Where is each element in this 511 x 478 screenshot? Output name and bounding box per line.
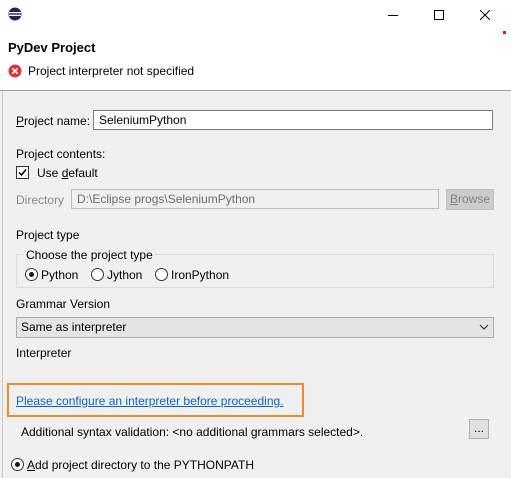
wizard-header: PyDev Project Project interpreter not sp… [0, 30, 511, 90]
syntax-validation-label: Additional syntax validation: <no additi… [21, 425, 364, 439]
radio-ironpython[interactable] [155, 268, 168, 281]
grammar-version-select[interactable]: Same as interpreter [16, 317, 494, 338]
grammar-version-label: Grammar Version [16, 297, 111, 311]
close-button[interactable] [462, 0, 508, 30]
close-icon [480, 10, 490, 20]
radio-python-label: Python [41, 268, 79, 282]
radio-python[interactable] [25, 268, 38, 281]
page-title: PyDev Project [8, 40, 96, 55]
project-name-input[interactable] [93, 110, 493, 130]
radio-jython[interactable] [91, 268, 104, 281]
dialog-left-border [2, 91, 3, 478]
project-contents-label: Project contents: [16, 147, 106, 161]
error-icon [8, 64, 22, 78]
chevron-down-icon [479, 324, 489, 330]
maximize-icon [434, 10, 444, 20]
add-pythonpath-label: Add project directory to the PYTHONPATH [27, 458, 254, 472]
syntax-validation-button[interactable]: ... [469, 419, 489, 439]
maximize-button[interactable] [416, 0, 462, 30]
grammar-version-value: Same as interpreter [21, 320, 127, 334]
browse-button: Browse [446, 189, 494, 210]
project-name-label: Project name: [16, 114, 91, 128]
checkmark-icon [18, 169, 27, 177]
directory-input: D:\Eclipse progs\SeleniumPython [71, 189, 439, 209]
project-type-group-label: Choose the project type [24, 248, 155, 262]
error-message: Project interpreter not specified [28, 64, 195, 78]
header-separator [0, 90, 511, 91]
add-pythonpath-radio[interactable] [11, 458, 24, 471]
use-default-label: Use default [37, 166, 98, 180]
eclipse-icon [8, 7, 22, 21]
directory-label: Directory [16, 193, 65, 207]
window-edge-marker [503, 31, 506, 34]
minimize-icon [388, 15, 398, 16]
radio-ironpython-label: IronPython [171, 268, 230, 282]
configure-interpreter-link[interactable]: Please configure an interpreter before p… [16, 394, 284, 408]
project-type-label: Project type [16, 228, 80, 242]
radio-jython-label: Jython [107, 268, 143, 282]
minimize-button[interactable] [370, 0, 416, 30]
interpreter-label: Interpreter [16, 346, 72, 360]
title-bar [0, 0, 511, 30]
use-default-checkbox[interactable] [16, 166, 29, 179]
